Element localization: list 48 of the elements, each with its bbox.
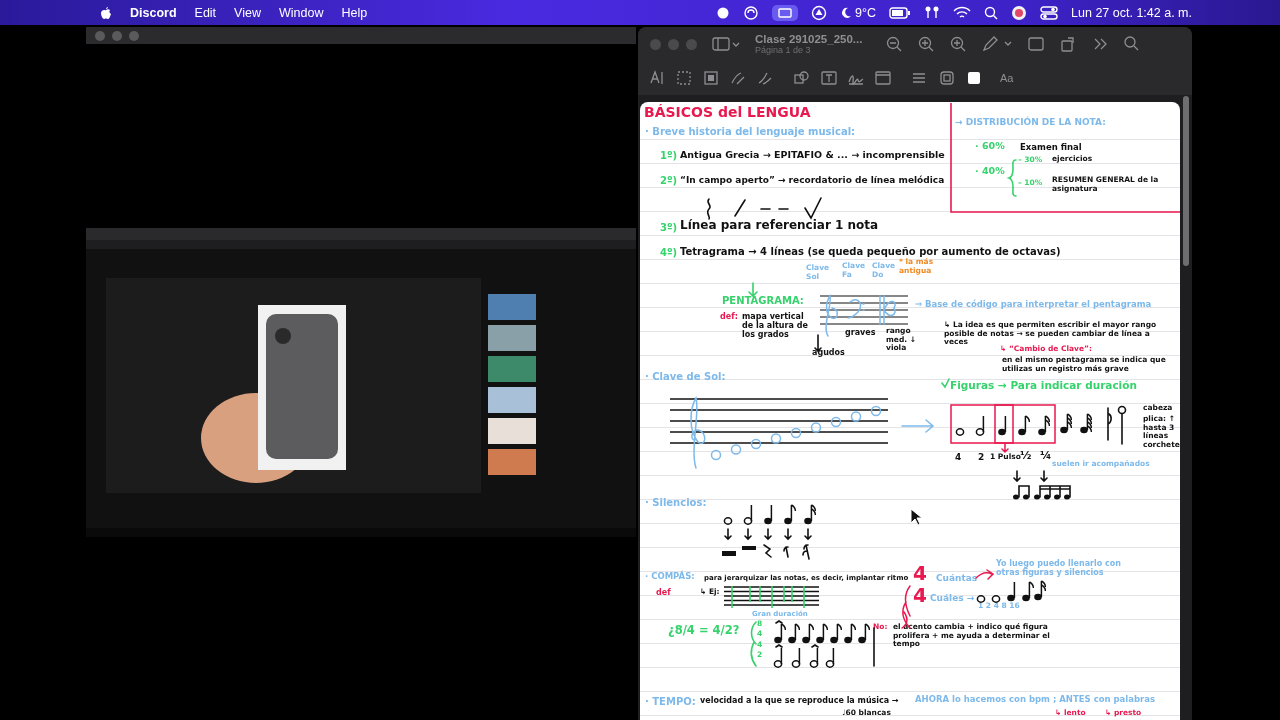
clock[interactable]: Lun 27 oct. 1:42 a. m. — [1071, 5, 1192, 20]
app-menu[interactable]: Discord — [130, 5, 177, 20]
handwritten-text: Antigua Grecia → EPITAFIO & ... → incomprensible — [680, 150, 945, 161]
handwritten-text: ¼ — [1040, 450, 1052, 463]
handwritten-text: AHORA lo hacemos con bpm ; ANTES con palabras — [915, 695, 1156, 705]
handwritten-text: 4 — [913, 584, 927, 607]
handwritten-text: · Breve historia del lenguaje musical: — [645, 126, 856, 138]
handwritten-text: def: — [720, 312, 738, 322]
handwritten-text: velocidad a la que se reproduce la música → — [700, 696, 899, 706]
handwritten-text: 3º) — [660, 222, 678, 234]
menu-item[interactable]: Help — [341, 5, 368, 20]
document-title: Clase 291025_250... — [755, 33, 863, 45]
handwritten-text: Examen final — [1020, 143, 1082, 153]
handwritten-text: PENTAGRAMA: — [722, 295, 804, 307]
menu-item[interactable]: Edit — [194, 5, 217, 20]
handwritten-text: Línea para referenciar 1 nota — [680, 219, 879, 233]
handwritten-text: Yo luego puedo llenarlo con otras figuras y silencios — [996, 559, 1122, 578]
handwritten-text: Cuáles → — [930, 593, 975, 604]
page-heading: BÁSICOS del LENGUA — [644, 104, 811, 121]
handwritten-text: Tetragrama → 4 líneas (se queda pequeño por aumento de octavas) — [680, 246, 1061, 258]
handwritten-text: 2º) — [660, 175, 678, 187]
handwritten-text: · TEMPO: — [645, 696, 696, 708]
handwritten-text: “In campo aperto” → recordatorio de línea melódica — [680, 175, 945, 186]
handwritten-text: ½ — [1020, 450, 1032, 463]
handwritten-text: · Clave de Sol: — [645, 371, 726, 383]
handwritten-text: agudos — [812, 348, 845, 358]
handwritten-text: Figuras → Para indicar duración — [950, 379, 1137, 392]
handwritten-text: → DISTRIBUCIÓN DE LA NOTA: — [955, 117, 1106, 128]
menu-item[interactable]: Window — [278, 5, 324, 20]
handwritten-text: · 40% — [975, 166, 1005, 177]
handwritten-text: 2 — [978, 452, 985, 463]
handwritten-text: · Silencios: — [645, 497, 707, 509]
handwritten-text: 4 — [913, 562, 927, 585]
handwritten-text: · 60% — [975, 141, 1005, 152]
handwritten-text: 1º) — [660, 150, 678, 162]
handwritten-text: ⇒ Base de código para interpretar el pentagrama — [915, 300, 1152, 310]
menu-item[interactable]: View — [234, 5, 261, 20]
handwritten-text: · COMPÁS: — [645, 572, 695, 582]
font-button[interactable]: Aa — [1000, 72, 1014, 84]
handwritten-text: graves — [845, 328, 876, 338]
page-indicator: Página 1 de 3 — [755, 45, 812, 55]
handwritten-text: 4 — [955, 452, 962, 463]
handwritten-text: ¿8/4 = 4/2? — [668, 624, 740, 638]
handwritten-text: mapa vertical de la altura de los grados — [742, 312, 809, 340]
handwritten-text: 4º) — [660, 247, 678, 259]
weather-text: 9°C — [855, 5, 877, 20]
handwritten-text: def — [656, 588, 671, 598]
handwritten-text: Cuántas — [936, 573, 978, 584]
